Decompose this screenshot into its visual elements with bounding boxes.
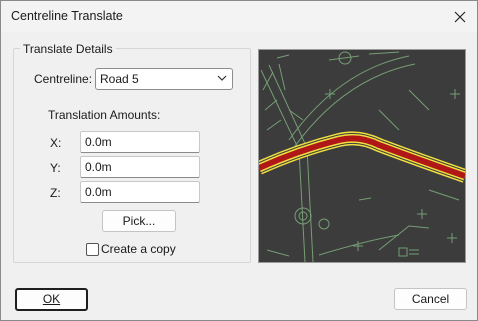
y-value: 0.0m (85, 160, 112, 174)
title-bar: Centreline Translate (1, 1, 477, 32)
create-copy-label[interactable]: Create a copy (101, 242, 176, 256)
z-label: Z: (50, 186, 61, 200)
cancel-button[interactable]: Cancel (394, 288, 467, 310)
close-button[interactable] (443, 1, 477, 32)
z-input[interactable]: 0.0m (80, 181, 200, 203)
close-icon (454, 11, 466, 22)
preview-drawing (259, 51, 465, 262)
ok-button[interactable]: OK (15, 288, 88, 311)
y-label: Y: (50, 161, 61, 175)
translation-amounts-heading: Translation Amounts: (48, 108, 161, 122)
y-input[interactable]: 0.0m (80, 156, 200, 178)
centreline-label: Centreline: (34, 72, 93, 86)
centreline-preview (258, 49, 466, 263)
x-input[interactable]: 0.0m (80, 131, 200, 153)
group-label: Translate Details (20, 42, 116, 56)
x-value: 0.0m (85, 135, 112, 149)
centreline-selected-value: Road 5 (100, 72, 139, 86)
centreline-translate-dialog: Centreline Translate Translate Details C… (0, 0, 478, 321)
ok-button-label: OK (42, 292, 61, 306)
chevron-down-icon (217, 75, 227, 81)
pick-button[interactable]: Pick... (102, 210, 176, 232)
dialog-title: Centreline Translate (11, 9, 123, 23)
create-copy-checkbox[interactable] (86, 243, 99, 256)
z-value: 0.0m (85, 185, 112, 199)
x-label: X: (50, 136, 62, 150)
centreline-select[interactable]: Road 5 (95, 68, 233, 90)
